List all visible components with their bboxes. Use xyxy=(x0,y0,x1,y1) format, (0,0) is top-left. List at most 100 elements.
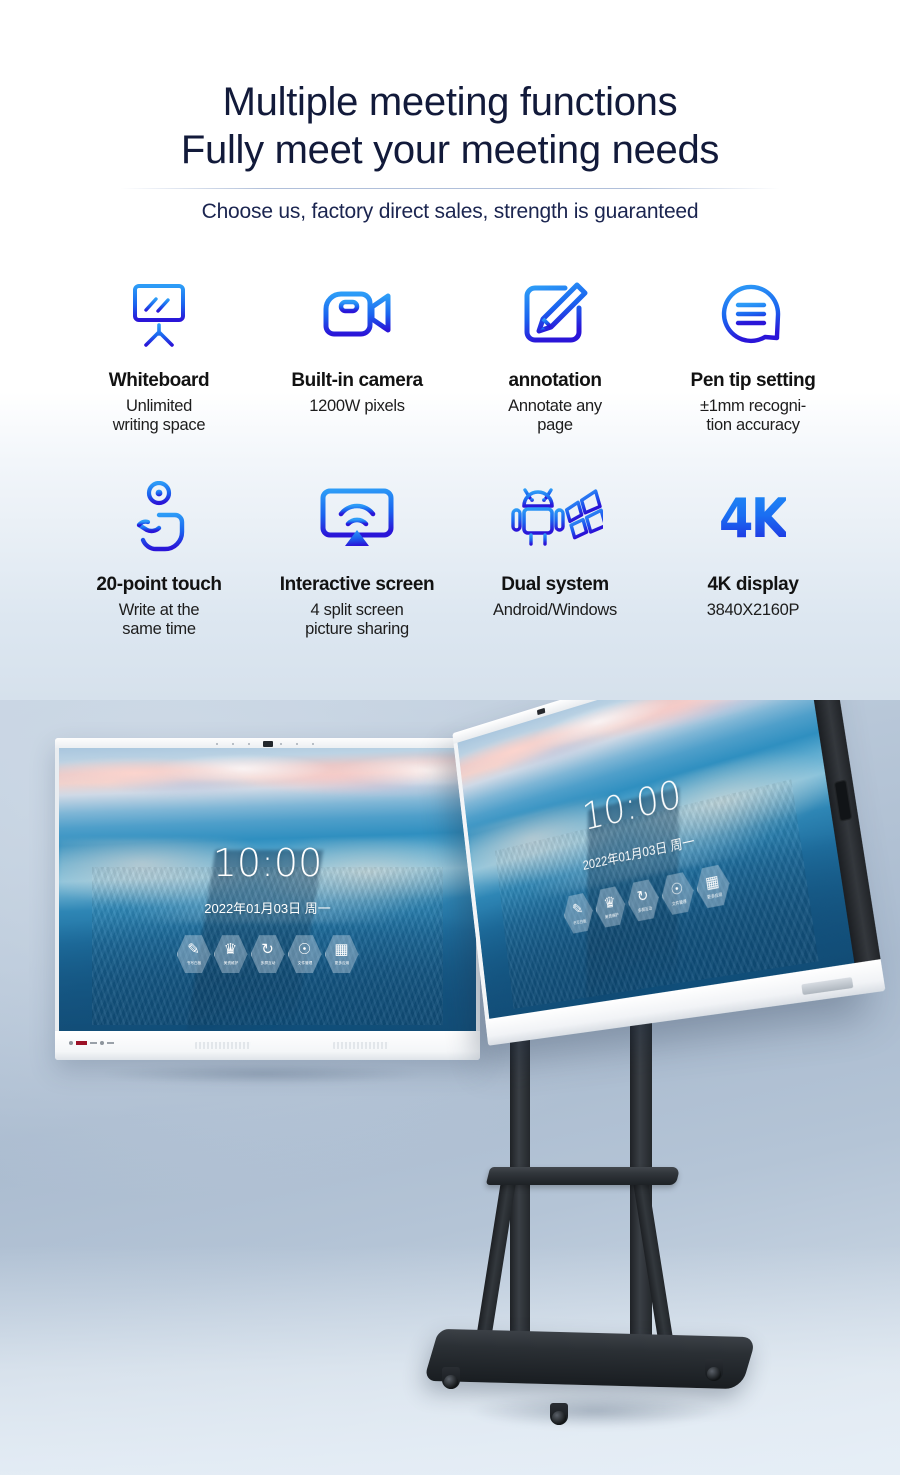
file-manager-app-icon: ☉ xyxy=(669,878,685,899)
app-label: 书写白板 xyxy=(572,918,587,926)
feature-card-20-point-touch: 20-point touch Write at the same time xyxy=(60,478,258,639)
feature-desc: Annotate any page xyxy=(456,397,654,435)
feature-card-annotation: annotation Annotate any page xyxy=(456,278,654,435)
android-windows-icon xyxy=(456,478,654,558)
more-apps-grid-icon: ▦ xyxy=(334,941,349,959)
display-a-clock: 10:00 xyxy=(212,841,323,886)
feature-card-4k-display: 4K 4K display 3840X2160P xyxy=(654,478,852,639)
app-label: 文件管理 xyxy=(297,960,312,966)
display-a-app-dock: ✎ 书写白板 ♛ 美资维护 ↻ 多屏互动 ☉ 文件管理 ▦ 更多应用 xyxy=(59,935,476,974)
stand-floor-shadow xyxy=(420,1387,770,1435)
annotation-pencil-icon xyxy=(456,278,654,354)
feature-desc: Android/Windows xyxy=(493,601,617,619)
app-tile[interactable]: ↻ 多屏互动 xyxy=(625,877,661,923)
speaker-grille xyxy=(333,1042,389,1049)
display-a-osd: 10:00 2022年01月03日 周一 ✎ 书写白板 ♛ 美资维护 ↻ 多屏互… xyxy=(59,748,476,1031)
multiscreen-app-icon: ↻ xyxy=(635,885,650,906)
hero-section: Multiple meeting functions Fully meet yo… xyxy=(0,0,900,700)
4k-badge-icon: 4K xyxy=(654,478,852,558)
feature-card-interactive-screen: Interactive screen 4 split screen pictur… xyxy=(258,478,456,639)
feature-desc: 4 split screen picture sharing xyxy=(258,601,456,639)
feature-desc: Unlimited writing space xyxy=(60,397,258,435)
feature-desc: Write at the same time xyxy=(60,601,258,639)
display-b: 10:00 2022年01月03日 周一 ✎ 书写白板 ♛ 美资维护 ↻ 多屏互… xyxy=(452,660,886,1046)
feature-desc-line-1: Write at the xyxy=(118,601,200,619)
whiteboard-app-icon: ✎ xyxy=(571,899,584,919)
crown-app-icon: ♛ xyxy=(602,892,617,912)
product-photo-section: 10:00 2022年01月03日 周一 ✎ 书写白板 ♛ 美资维护 ↻ 多屏互… xyxy=(0,660,900,1475)
display-a-bezel: 10:00 2022年01月03日 周一 ✎ 书写白板 ♛ 美资维护 ↻ 多屏互… xyxy=(59,748,476,1031)
multiscreen-app-icon: ↻ xyxy=(261,941,274,959)
feature-title: 4K display xyxy=(707,574,799,595)
headline-line-2: Fully meet your meeting needs xyxy=(180,128,720,172)
app-tile[interactable]: ✎ 书写白板 xyxy=(176,935,211,973)
feature-desc-line-1: Annotate any xyxy=(508,397,602,415)
headline-line-1: Multiple meeting functions xyxy=(222,80,678,124)
feature-desc-line-1: ±1mm recogni- xyxy=(699,397,807,415)
title-divider xyxy=(120,188,780,189)
feature-card-pen-tip-setting: Pen tip setting ±1mm recogni- tion accur… xyxy=(654,278,852,435)
stand-caster-wheel xyxy=(550,1403,568,1425)
feature-desc-line-1: Unlimited xyxy=(125,397,193,415)
feature-card-built-in-camera: Built-in camera 1200W pixels xyxy=(258,278,456,435)
display-a-top-bezel xyxy=(55,738,480,748)
brand-logo xyxy=(69,1041,114,1045)
app-label: 美资维护 xyxy=(223,960,238,966)
app-tile[interactable]: ▦ 更多应用 xyxy=(324,935,359,973)
feature-row-1: Whiteboard Unlimited writing space Built… xyxy=(0,278,900,435)
app-tile[interactable]: ☉ 文件管理 xyxy=(659,870,696,917)
speaker-grille xyxy=(195,1042,251,1049)
feature-desc: 3840X2160P xyxy=(706,601,800,619)
feature-desc-line-1: 4 split screen xyxy=(310,601,404,619)
feature-title: Pen tip setting xyxy=(690,370,816,391)
feature-desc: 1200W pixels xyxy=(309,397,405,415)
app-tile[interactable]: ▦ 更多应用 xyxy=(694,863,733,911)
app-label: 更多应用 xyxy=(706,891,723,900)
file-manager-app-icon: ☉ xyxy=(297,941,312,959)
app-tile[interactable]: ♛ 美资维护 xyxy=(213,935,248,973)
feature-desc-line-2: writing space xyxy=(112,416,206,434)
app-label: 多屏互动 xyxy=(637,905,652,913)
video-camera-icon xyxy=(258,278,456,354)
pen-tip-chat-icon xyxy=(654,278,852,354)
feature-row-2: 20-point touch Write at the same time In… xyxy=(0,478,900,639)
feature-desc-line-2: page xyxy=(537,416,573,434)
feature-desc: ±1mm recogni- tion accuracy xyxy=(654,397,852,435)
display-a-camera-icon xyxy=(262,741,273,747)
page-subtitle: Choose us, factory direct sales, strengt… xyxy=(201,200,699,223)
stand-caster-wheel xyxy=(442,1367,460,1389)
stand-caster-wheel xyxy=(705,1359,723,1381)
touch-hand-icon xyxy=(60,478,258,558)
mobile-cart-stand xyxy=(420,995,850,1465)
feature-card-dual-system: Dual system Android/Windows xyxy=(456,478,654,639)
app-label: 多屏互动 xyxy=(260,960,275,966)
display-a-date: 2022年01月03日 周一 xyxy=(204,900,331,916)
feature-title: Whiteboard xyxy=(108,370,210,391)
app-label: 美资维护 xyxy=(604,911,619,920)
feature-title: Built-in camera xyxy=(291,370,423,391)
4k-badge-text: 4K xyxy=(719,486,789,550)
app-label: 更多应用 xyxy=(334,960,349,966)
app-tile[interactable]: ♛ 美资维护 xyxy=(593,884,628,929)
feature-title: Dual system xyxy=(501,574,609,595)
app-tile[interactable]: ↻ 多屏互动 xyxy=(250,935,285,973)
app-label: 书写白板 xyxy=(186,960,201,966)
screen-cast-icon xyxy=(258,478,456,558)
display-b-stage: 10:00 2022年01月03日 周一 ✎ 书写白板 ♛ 美资维护 ↻ 多屏互… xyxy=(430,660,900,1158)
feature-desc-line-2: same time xyxy=(122,620,196,638)
whiteboard-icon xyxy=(60,278,258,354)
display-a-wallpaper: 10:00 2022年01月03日 周一 ✎ 书写白板 ♛ 美资维护 ↻ 多屏互… xyxy=(59,748,476,1031)
feature-card-whiteboard: Whiteboard Unlimited writing space xyxy=(60,278,258,435)
more-apps-grid-icon: ▦ xyxy=(704,871,721,892)
feature-title: annotation xyxy=(508,370,602,391)
app-tile[interactable]: ☉ 文件管理 xyxy=(287,935,322,973)
stand-shelf xyxy=(485,1167,681,1185)
display-a-bottom-bezel xyxy=(55,1031,480,1060)
feature-grid: Whiteboard Unlimited writing space Built… xyxy=(0,278,900,639)
feature-desc-line-2: tion accuracy xyxy=(706,416,800,434)
feature-title: Interactive screen xyxy=(279,574,435,595)
app-label: 文件管理 xyxy=(671,898,687,907)
panel-a-shadow xyxy=(48,1060,478,1088)
app-tile[interactable]: ✎ 书写白板 xyxy=(562,891,596,935)
display-a: 10:00 2022年01月03日 周一 ✎ 书写白板 ♛ 美资维护 ↻ 多屏互… xyxy=(55,738,480,1060)
